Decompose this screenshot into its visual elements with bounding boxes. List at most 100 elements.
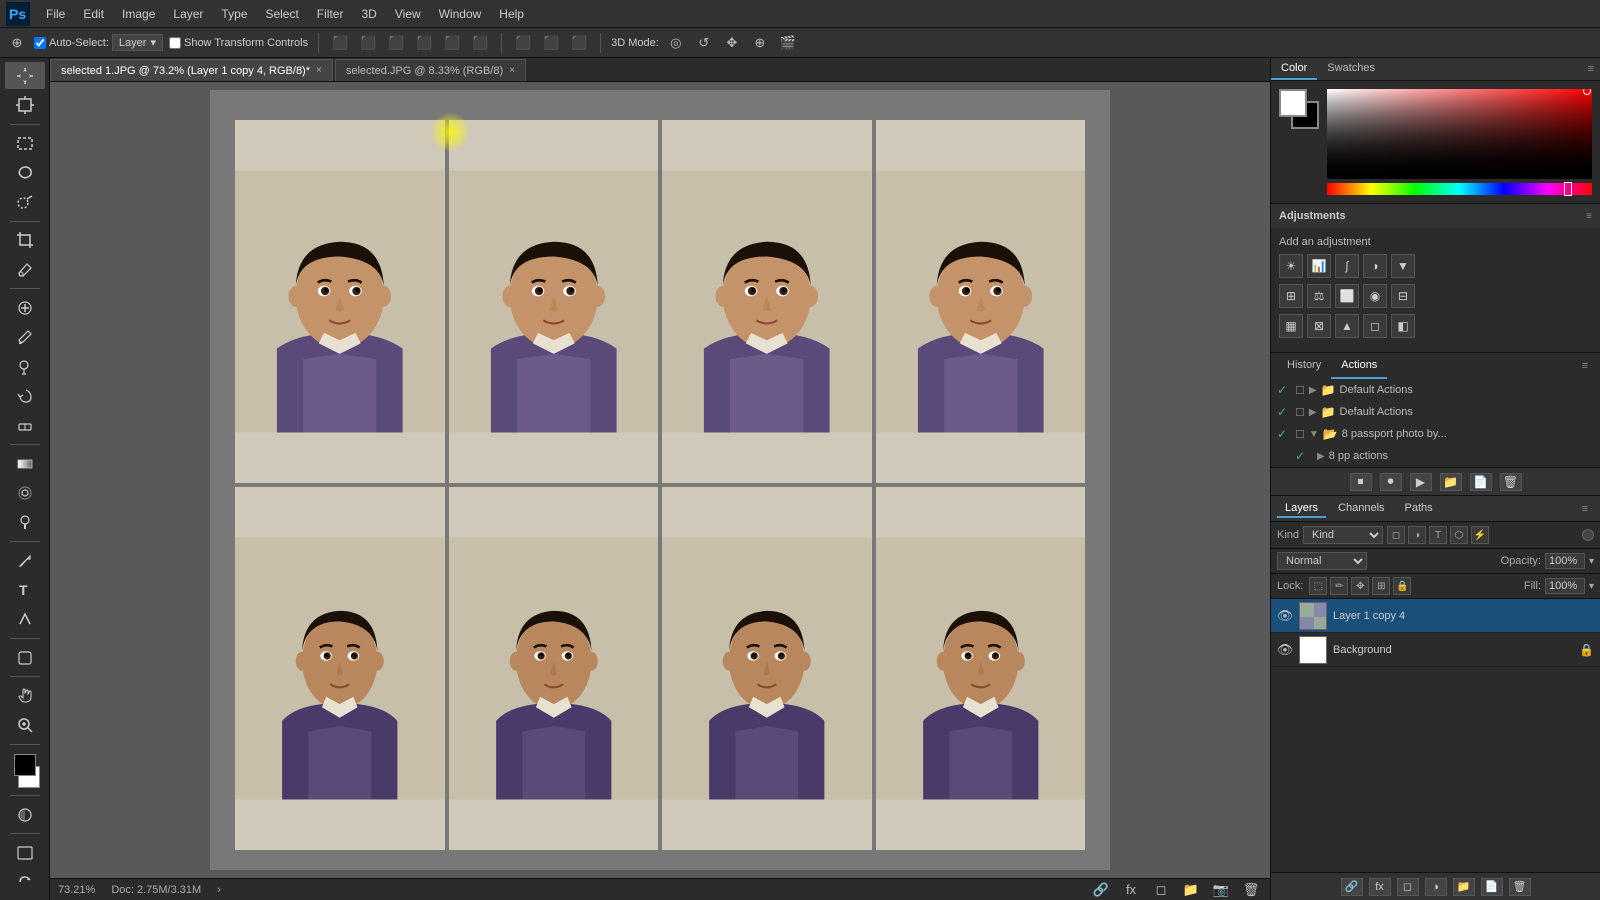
distribute-icon-1[interactable]: ⬛: [512, 32, 534, 54]
3d-slide-icon[interactable]: ⊕: [749, 32, 771, 54]
tab-selected1[interactable]: selected 1.JPG @ 73.2% (Layer 1 copy 4, …: [50, 59, 333, 81]
lock-transparent-btn[interactable]: ⬚: [1309, 577, 1327, 595]
adj-hsl-icon[interactable]: ⊞: [1279, 284, 1303, 308]
quick-mask-tool[interactable]: [5, 801, 45, 828]
action-item-3[interactable]: ✓ ☐ ▼ 📂 8 passport photo by...: [1271, 423, 1600, 445]
layer-delete-btn[interactable]: 🗑: [1509, 878, 1531, 896]
distribute-icon-3[interactable]: ⬛: [568, 32, 590, 54]
eyedropper-tool[interactable]: [5, 256, 45, 283]
menu-image[interactable]: Image: [114, 5, 163, 23]
crop-tool[interactable]: [5, 227, 45, 254]
rotate-view-tool[interactable]: [5, 869, 45, 896]
bottom-mask-icon[interactable]: ◻: [1150, 879, 1172, 900]
adj-invert-icon[interactable]: ◧: [1391, 314, 1415, 338]
history-tab[interactable]: History: [1277, 353, 1331, 379]
actions-tab[interactable]: Actions: [1331, 353, 1387, 379]
layer-link-btn[interactable]: 🔗: [1341, 878, 1363, 896]
adj-colorbalance-icon[interactable]: ⚖: [1307, 284, 1331, 308]
brush-tool[interactable]: [5, 324, 45, 351]
bottom-trash-icon[interactable]: 🗑: [1240, 879, 1262, 900]
lock-artboard-btn[interactable]: ⊞: [1372, 577, 1390, 595]
layers-tab[interactable]: Layers: [1277, 500, 1326, 518]
fill-chevron[interactable]: ▾: [1589, 581, 1594, 592]
shape-tool[interactable]: [5, 644, 45, 671]
adj-gradient-icon[interactable]: ▦: [1279, 314, 1303, 338]
eraser-tool[interactable]: [5, 412, 45, 439]
adj-vibrance-icon[interactable]: ▼: [1391, 254, 1415, 278]
distribute-icon-2[interactable]: ⬛: [540, 32, 562, 54]
action-item-1[interactable]: ✓ ☐ ▶ 📁 Default Actions: [1271, 379, 1600, 401]
align-right-edges-icon[interactable]: ⬛: [469, 32, 491, 54]
blend-mode-select[interactable]: Normal Dissolve Darken Multiply Screen O…: [1277, 552, 1367, 570]
menu-view[interactable]: View: [387, 5, 429, 23]
action-expand-2[interactable]: ▶: [1309, 407, 1317, 418]
color-panel-menu-icon[interactable]: ≡: [1582, 63, 1600, 75]
action-item-2[interactable]: ✓ ☐ ▶ 📁 Default Actions: [1271, 401, 1600, 423]
move-tool[interactable]: [5, 62, 45, 89]
tab-selected2[interactable]: selected.JPG @ 8.33% (RGB/8) ×: [335, 59, 526, 81]
show-transform-checkbox[interactable]: [169, 37, 181, 49]
pen-tool[interactable]: [5, 547, 45, 574]
text-tool[interactable]: T: [5, 576, 45, 603]
action-record-btn[interactable]: ⏺: [1380, 473, 1402, 491]
opacity-input[interactable]: [1545, 553, 1585, 569]
color-gradient[interactable]: [1327, 89, 1592, 179]
layers-menu-icon[interactable]: ≡: [1576, 503, 1594, 515]
bottom-fx-icon[interactable]: fx: [1120, 879, 1142, 900]
foreground-color-swatch[interactable]: [14, 754, 36, 776]
action-expand-3[interactable]: ▼: [1309, 429, 1319, 440]
layer-new-btn[interactable]: 📄: [1481, 878, 1503, 896]
blur-tool[interactable]: [5, 479, 45, 506]
screen-mode-tool[interactable]: [5, 839, 45, 866]
menu-3d[interactable]: 3D: [353, 5, 384, 23]
align-bottom-edges-icon[interactable]: ⬛: [385, 32, 407, 54]
fg-swatch[interactable]: [1279, 89, 1307, 117]
actions-panel-menu-icon[interactable]: ≡: [1576, 360, 1594, 372]
action-stop-btn[interactable]: ⏹: [1350, 473, 1372, 491]
align-horizontal-centers-icon[interactable]: ⬛: [441, 32, 463, 54]
paths-tab[interactable]: Paths: [1397, 500, 1441, 518]
lasso-tool[interactable]: [5, 159, 45, 186]
action-expand-4[interactable]: ▶: [1317, 451, 1325, 462]
adj-posterize-icon[interactable]: ◻: [1363, 314, 1387, 338]
action-new-action-btn[interactable]: 📄: [1470, 473, 1492, 491]
lock-position-btn[interactable]: ✥: [1351, 577, 1369, 595]
menu-edit[interactable]: Edit: [75, 5, 112, 23]
channels-tab[interactable]: Channels: [1330, 500, 1392, 518]
clone-stamp-tool[interactable]: [5, 353, 45, 380]
layer-folder-btn[interactable]: 📁: [1453, 878, 1475, 896]
action-item-4[interactable]: ✓ ▶ 8 pp actions: [1271, 445, 1600, 467]
bottom-camera-icon[interactable]: 📷: [1210, 879, 1232, 900]
adj-photofilter-icon[interactable]: ◉: [1363, 284, 1387, 308]
quick-selection-tool[interactable]: [5, 188, 45, 215]
filter-type-icon[interactable]: T: [1429, 526, 1447, 544]
filter-shape-icon[interactable]: ⬡: [1450, 526, 1468, 544]
layer-dropdown[interactable]: Layer ▾: [112, 34, 163, 51]
adj-channelmixer-icon[interactable]: ⊟: [1391, 284, 1415, 308]
lock-image-btn[interactable]: ✏: [1330, 577, 1348, 595]
menu-help[interactable]: Help: [491, 5, 532, 23]
bottom-link-icon[interactable]: 🔗: [1090, 879, 1112, 900]
layer-visibility-2[interactable]: 👁: [1277, 642, 1293, 658]
action-play-btn[interactable]: ▶: [1410, 473, 1432, 491]
menu-file[interactable]: File: [38, 5, 73, 23]
3d-pan-icon[interactable]: ✥: [721, 32, 743, 54]
status-arrow[interactable]: ›: [217, 884, 221, 896]
action-new-set-btn[interactable]: 📁: [1440, 473, 1462, 491]
adj-exposure-icon[interactable]: ◑: [1363, 254, 1387, 278]
layer-visibility-1[interactable]: 👁: [1277, 608, 1293, 624]
layers-kind-select[interactable]: Kind Name Effect Mode Attribute Color: [1303, 526, 1383, 544]
align-left-edges-icon[interactable]: ⬛: [413, 32, 435, 54]
filter-pixel-icon[interactable]: ◻: [1387, 526, 1405, 544]
heal-brush-tool[interactable]: [5, 294, 45, 321]
hand-tool[interactable]: [5, 682, 45, 709]
tab-close-2[interactable]: ×: [509, 65, 515, 76]
3d-rotate-icon[interactable]: ◎: [665, 32, 687, 54]
bottom-folder-icon[interactable]: 📁: [1180, 879, 1202, 900]
move-tool-icon[interactable]: ⊕: [6, 32, 28, 54]
color-hue-bar[interactable]: [1327, 183, 1592, 195]
tab-close-1[interactable]: ×: [316, 65, 322, 76]
adj-selective-icon[interactable]: ⊠: [1307, 314, 1331, 338]
action-delete-btn[interactable]: 🗑: [1500, 473, 1522, 491]
fg-bg-swatches[interactable]: [1279, 89, 1319, 129]
